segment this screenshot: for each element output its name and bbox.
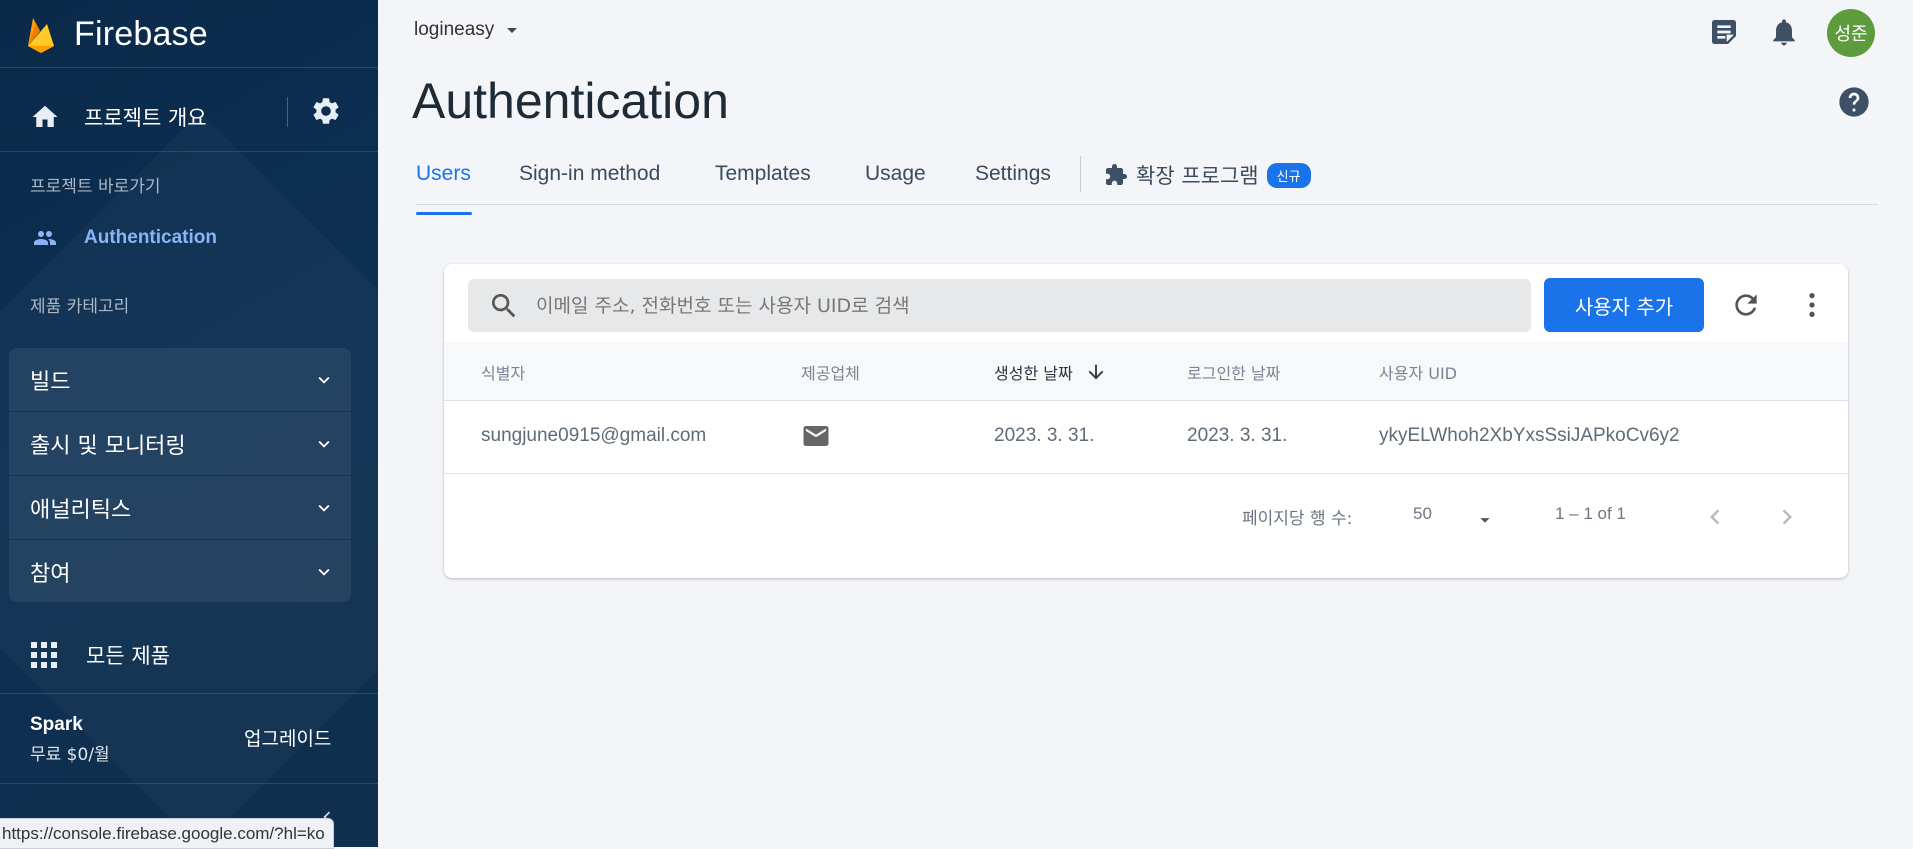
divider [0, 67, 378, 68]
product-categories: 빌드 출시 및 모니터링 애널리틱스 참여 [9, 348, 351, 602]
chevron-left-icon[interactable] [1700, 502, 1730, 532]
chevron-down-icon [318, 504, 330, 512]
users-card: 사용자 추가 식별자 제공업체 생성한 날짜 로그인한 날짜 사용자 UID s… [444, 264, 1848, 578]
project-overview-label: 프로젝트 개요 [84, 106, 207, 130]
user-search[interactable] [468, 279, 1531, 332]
release-notes-icon[interactable] [1708, 16, 1740, 48]
brand-name: Firebase [74, 14, 208, 53]
all-products-label: 모든 제품 [86, 644, 170, 668]
sidebar: Firebase 프로젝트 개요 프로젝트 바로가기 Authenticatio… [0, 0, 378, 847]
cell-uid: ykyELWhoh2XbYxsSsiJAPkoCv6y2 [1379, 425, 1680, 446]
divider [0, 151, 378, 152]
column-header-label: 생성한 날짜 [994, 364, 1073, 383]
category-label: 애널리틱스 [30, 497, 132, 523]
cell-identifier: sungjune0915@gmail.com [481, 425, 707, 446]
firebase-flame-icon [28, 18, 54, 53]
category-label: 빌드 [30, 369, 71, 395]
divider [0, 783, 378, 784]
category-engage[interactable]: 참여 [9, 540, 351, 603]
chevron-down-icon [318, 376, 330, 384]
divider [1080, 156, 1081, 192]
category-build[interactable]: 빌드 [9, 348, 351, 412]
chevron-right-icon[interactable] [1772, 502, 1802, 532]
project-overview-link[interactable]: 프로젝트 개요 [0, 82, 378, 152]
extension-puzzle-icon [1106, 164, 1127, 185]
more-vert-icon[interactable] [1796, 289, 1828, 321]
sidebar-item-label: Authentication [84, 227, 217, 248]
project-name: logineasy [414, 19, 495, 40]
mail-icon [803, 426, 829, 446]
all-products-link[interactable]: 모든 제품 [30, 640, 170, 670]
auth-tabs: Users Sign-in method Templates Usage Set… [416, 150, 1878, 215]
notifications-bell-icon[interactable] [1768, 16, 1800, 48]
caret-down-icon[interactable] [1474, 509, 1496, 531]
category-label: 출시 및 모니터링 [30, 433, 186, 459]
chevron-down-icon [318, 440, 330, 448]
search-icon [492, 293, 516, 317]
plan-price: 무료 $0/월 [30, 745, 110, 765]
rows-per-page-label: 페이지당 행 수: [1242, 509, 1353, 529]
new-badge: 신규 [1266, 162, 1311, 188]
add-user-button[interactable]: 사용자 추가 [1544, 278, 1704, 332]
upgrade-button[interactable]: 업그레이드 [244, 724, 331, 751]
tab-label: 확장 프로그램 [1136, 164, 1259, 188]
category-label: 참여 [30, 561, 71, 587]
plan-name: Spark [30, 714, 83, 735]
tab-label: Users [416, 162, 471, 185]
cell-created: 2023. 3. 31. [994, 425, 1095, 446]
column-header-identifier[interactable]: 식별자 [481, 360, 525, 384]
caret-down-icon [507, 28, 518, 33]
chevron-down-icon [318, 568, 330, 576]
divider [287, 97, 288, 127]
status-bar-url: https://console.firebase.google.com/?hl=… [0, 818, 334, 849]
project-shortcuts-title: 프로젝트 바로가기 [30, 177, 161, 197]
column-header-uid[interactable]: 사용자 UID [1379, 360, 1457, 384]
gear-icon[interactable] [310, 95, 342, 127]
sidebar-item-authentication[interactable]: Authentication [30, 226, 217, 250]
avatar[interactable]: 성준 [1827, 9, 1875, 57]
category-release-monitor[interactable]: 출시 및 모니터링 [9, 412, 351, 476]
column-header-signed-in[interactable]: 로그인한 날짜 [1187, 360, 1280, 384]
tab-settings[interactable]: Settings [975, 162, 1051, 186]
tab-sign-in-method[interactable]: Sign-in method [519, 162, 660, 186]
product-categories-title: 제품 카테고리 [30, 297, 130, 317]
table-row[interactable]: sungjune0915@gmail.com 2023. 3. 31. 2023… [444, 401, 1848, 474]
plan-info: Spark 무료 $0/월 [30, 714, 110, 765]
page-title: Authentication [412, 73, 729, 129]
firebase-logo[interactable]: Firebase [26, 10, 208, 58]
active-tab-indicator [416, 212, 472, 215]
people-icon [34, 231, 56, 245]
help-icon[interactable] [1838, 86, 1870, 118]
category-analytics[interactable]: 애널리틱스 [9, 476, 351, 540]
rows-per-page-select[interactable]: 50 [1413, 504, 1432, 524]
arrow-down-icon [1088, 364, 1104, 380]
column-header-provider[interactable]: 제공업체 [801, 360, 860, 384]
tab-usage[interactable]: Usage [865, 162, 926, 186]
refresh-icon[interactable] [1730, 289, 1762, 321]
tab-users[interactable]: Users [416, 162, 472, 215]
page-range: 1 – 1 of 1 [1555, 504, 1626, 523]
pagination: 페이지당 행 수: 50 1 – 1 of 1 [444, 494, 1848, 544]
cell-signed-in: 2023. 3. 31. [1187, 425, 1288, 446]
divider [0, 693, 378, 694]
tab-extensions[interactable]: 확장 프로그램 신규 [1104, 160, 1311, 190]
apps-grid-icon [31, 642, 57, 668]
column-header-created[interactable]: 생성한 날짜 [994, 360, 1107, 384]
search-input[interactable] [534, 293, 1498, 318]
project-switcher[interactable]: logineasy [414, 18, 524, 42]
tab-templates[interactable]: Templates [715, 162, 811, 186]
table-header: 식별자 제공업체 생성한 날짜 로그인한 날짜 사용자 UID [444, 342, 1848, 401]
home-icon [32, 105, 58, 127]
